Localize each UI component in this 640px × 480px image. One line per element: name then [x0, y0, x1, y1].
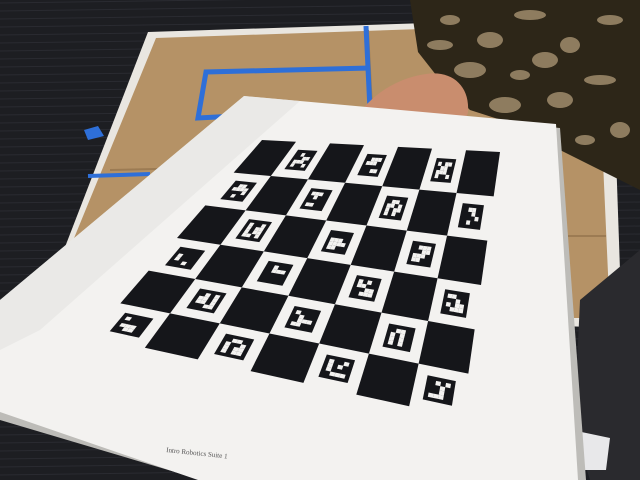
- aruco-bit: [458, 304, 465, 310]
- aruco-bit: [447, 293, 453, 299]
- fleece-spot: [597, 15, 623, 25]
- aruco-marker: [440, 289, 470, 318]
- blue-tape-track: [87, 172, 151, 178]
- aruco-bit: [455, 299, 461, 305]
- aruco-bit: [465, 220, 471, 225]
- fleece-spot: [547, 92, 573, 108]
- aruco-bit: [449, 306, 455, 312]
- aruco-bit: [445, 301, 451, 307]
- aruco-bit: [471, 212, 476, 217]
- fleece-spot: [610, 122, 630, 138]
- fleece-spot: [477, 32, 503, 48]
- aruco-bit: [453, 307, 459, 313]
- fleece-spot: [510, 70, 530, 80]
- photo-scene: Intro Robotics Suite 1: [0, 0, 640, 480]
- aruco-bit: [458, 308, 464, 314]
- fleece-spot: [584, 75, 616, 85]
- fleece-spot: [440, 15, 460, 25]
- fleece-spot: [454, 62, 486, 78]
- fleece-spot: [575, 135, 595, 145]
- aruco-bit: [451, 294, 457, 300]
- fleece-spot: [532, 52, 558, 68]
- fleece-spot: [427, 40, 453, 50]
- scene-illustration: Intro Robotics Suite 1: [0, 0, 640, 480]
- fleece-spot: [514, 10, 546, 20]
- aruco-bit: [468, 207, 473, 213]
- aruco-bit: [471, 207, 477, 213]
- aruco-bit: [454, 303, 460, 309]
- fleece-spot: [560, 37, 580, 53]
- aruco-bit: [474, 216, 479, 222]
- fleece-spot: [489, 97, 521, 113]
